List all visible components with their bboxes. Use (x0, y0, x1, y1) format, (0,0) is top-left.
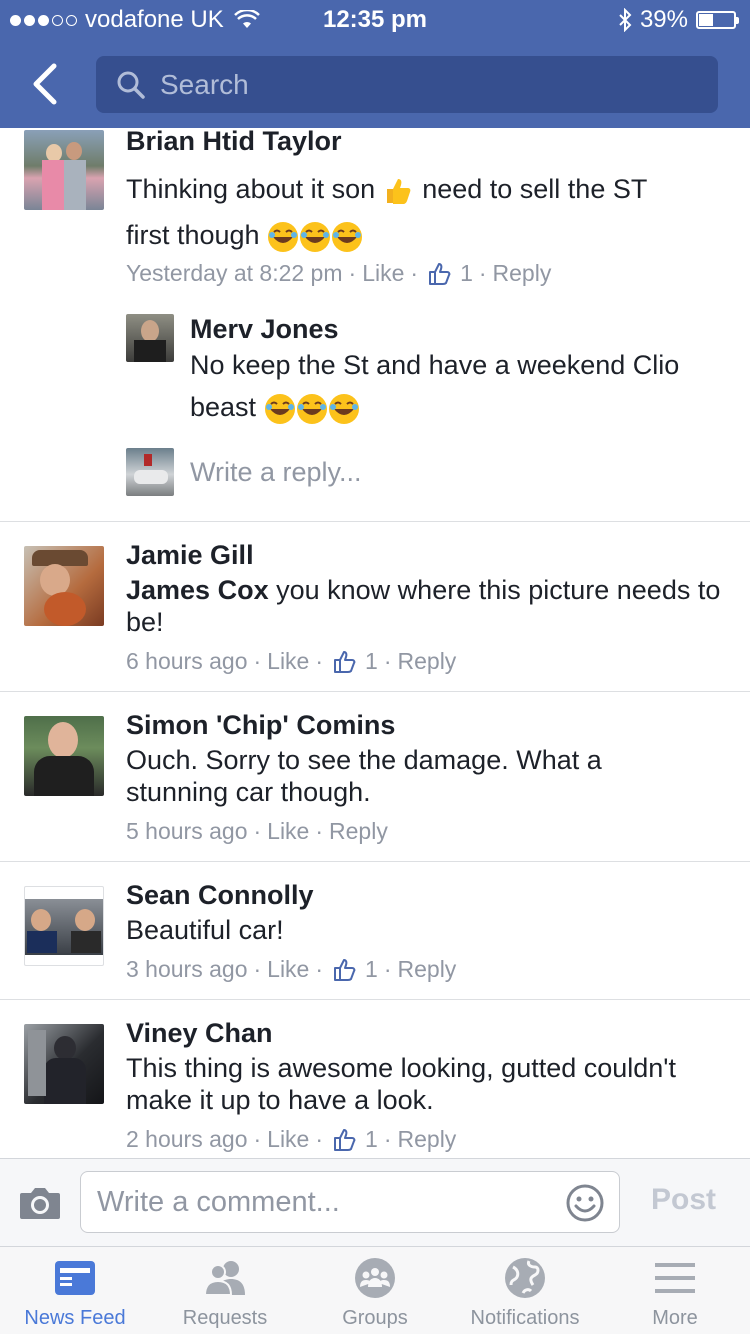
laughing-emoji-icon (267, 220, 363, 252)
comment-text: Beautiful car! (126, 915, 284, 945)
reply-placeholder[interactable]: Write a reply... (190, 456, 362, 488)
tab-bar: News Feed Requests Groups Notifications (0, 1246, 750, 1334)
comment-text-part: Thinking about it son (126, 174, 376, 204)
avatar[interactable] (24, 1024, 104, 1104)
comment-time[interactable]: 2 hours ago (126, 1126, 247, 1153)
battery-icon (696, 11, 739, 29)
search-icon (117, 71, 145, 99)
comment-text: Ouch. Sorry to see the damage. What a st… (126, 745, 602, 807)
tab-label: News Feed (24, 1307, 126, 1329)
comment-meta: Yesterday at 8:22 pm · Like · 1 · Reply (126, 260, 552, 287)
comment-composer: Write a comment... Post (0, 1158, 750, 1247)
comment-text: Thinking about it son need to sell the S… (126, 166, 726, 258)
comment-author[interactable]: Simon 'Chip' Comins (126, 710, 395, 741)
navigation-bar: Search (0, 40, 750, 128)
divider (0, 691, 750, 692)
back-arrow-icon[interactable] (28, 62, 68, 106)
news-feed-icon (55, 1261, 95, 1295)
comment-author[interactable]: Jamie Gill (126, 540, 254, 571)
avatar[interactable] (24, 886, 104, 966)
like-button[interactable]: Like (267, 818, 309, 845)
like-count[interactable]: 1 (365, 648, 378, 675)
comment-author[interactable]: Sean Connolly (126, 880, 314, 911)
like-button[interactable]: Like (267, 956, 309, 983)
comments-list[interactable]: Brian Htid Taylor Thinking about it son … (0, 128, 750, 1158)
like-button[interactable]: Like (267, 1126, 309, 1153)
emoji-picker-icon[interactable] (565, 1183, 605, 1223)
reply-button[interactable]: Reply (329, 818, 388, 845)
comment-input[interactable]: Write a comment... (80, 1171, 620, 1233)
like-button[interactable]: Like (267, 648, 309, 675)
like-count-icon (334, 1128, 356, 1151)
groups-icon (355, 1258, 395, 1298)
avatar[interactable] (126, 314, 174, 362)
tab-label: More (652, 1307, 698, 1329)
comment-author[interactable]: Viney Chan (126, 1018, 273, 1049)
tab-requests[interactable]: Requests (150, 1247, 300, 1335)
divider (0, 861, 750, 862)
tab-more[interactable]: More (600, 1247, 750, 1335)
comment-time[interactable]: 6 hours ago (126, 648, 247, 675)
avatar[interactable] (24, 130, 104, 210)
like-count-icon (429, 262, 451, 285)
like-count[interactable]: 1 (365, 956, 378, 983)
comment-meta: 3 hours ago · Like · 1 · Reply (126, 956, 457, 983)
tab-label: Requests (182, 1307, 268, 1329)
comment-text-part: need to sell the ST (422, 174, 648, 204)
divider (0, 999, 750, 1000)
search-placeholder: Search (160, 68, 249, 100)
comment-text-part: first though (126, 220, 260, 250)
menu-icon (655, 1263, 695, 1293)
comment-meta: 5 hours ago · Like · Reply (126, 818, 388, 845)
tab-label: Notifications (470, 1307, 580, 1329)
battery-percent: 39% (639, 6, 688, 33)
comment-text: No keep the St and have a weekend Clio b… (190, 344, 730, 428)
search-bar[interactable]: Search (96, 56, 718, 113)
comment-author[interactable]: Brian Htid Taylor (126, 128, 342, 157)
avatar[interactable] (24, 546, 104, 626)
bluetooth-icon (619, 8, 632, 32)
comment-time[interactable]: 5 hours ago (126, 818, 247, 845)
reply-button[interactable]: Reply (398, 956, 457, 983)
like-count-icon (334, 958, 356, 981)
status-bar: vodafone UK 12:35 pm 39% (0, 0, 750, 40)
tab-label: Groups (342, 1307, 408, 1329)
comment-text-part: beast (190, 392, 257, 422)
comment-text: James Cox you know where this picture ne… (126, 574, 726, 638)
like-count[interactable]: 1 (460, 260, 473, 287)
comment-meta: 6 hours ago · Like · 1 · Reply (126, 648, 457, 675)
like-button[interactable]: Like (362, 260, 404, 287)
laughing-emoji-icon (264, 392, 360, 424)
divider (0, 521, 750, 522)
tab-notifications[interactable]: Notifications (450, 1247, 600, 1335)
thumbs-up-emoji-icon (386, 178, 411, 204)
tab-news-feed[interactable]: News Feed (0, 1247, 150, 1335)
comment-author[interactable]: Merv Jones (190, 314, 339, 345)
like-count[interactable]: 1 (365, 1126, 378, 1153)
requests-icon (203, 1261, 245, 1296)
camera-icon[interactable] (18, 1185, 62, 1221)
globe-icon (505, 1258, 545, 1298)
tab-groups[interactable]: Groups (300, 1247, 450, 1335)
comment-meta: 2 hours ago · Like · 1 · Reply (126, 1126, 457, 1153)
comment-text: This thing is awesome looking, gutted co… (126, 1053, 676, 1115)
comment-placeholder: Write a comment... (97, 1186, 340, 1218)
comment-time[interactable]: Yesterday at 8:22 pm (126, 260, 343, 287)
reply-button[interactable]: Reply (493, 260, 552, 287)
reply-button[interactable]: Reply (398, 648, 457, 675)
comment-time[interactable]: 3 hours ago (126, 956, 247, 983)
reply-button[interactable]: Reply (398, 1126, 457, 1153)
like-count-icon (334, 650, 356, 673)
comment-text-part: No keep the St and have a weekend Clio (190, 350, 680, 380)
post-button[interactable]: Post (651, 1183, 716, 1217)
avatar (126, 448, 174, 496)
mention-link[interactable]: James Cox (126, 575, 269, 605)
avatar[interactable] (24, 716, 104, 796)
